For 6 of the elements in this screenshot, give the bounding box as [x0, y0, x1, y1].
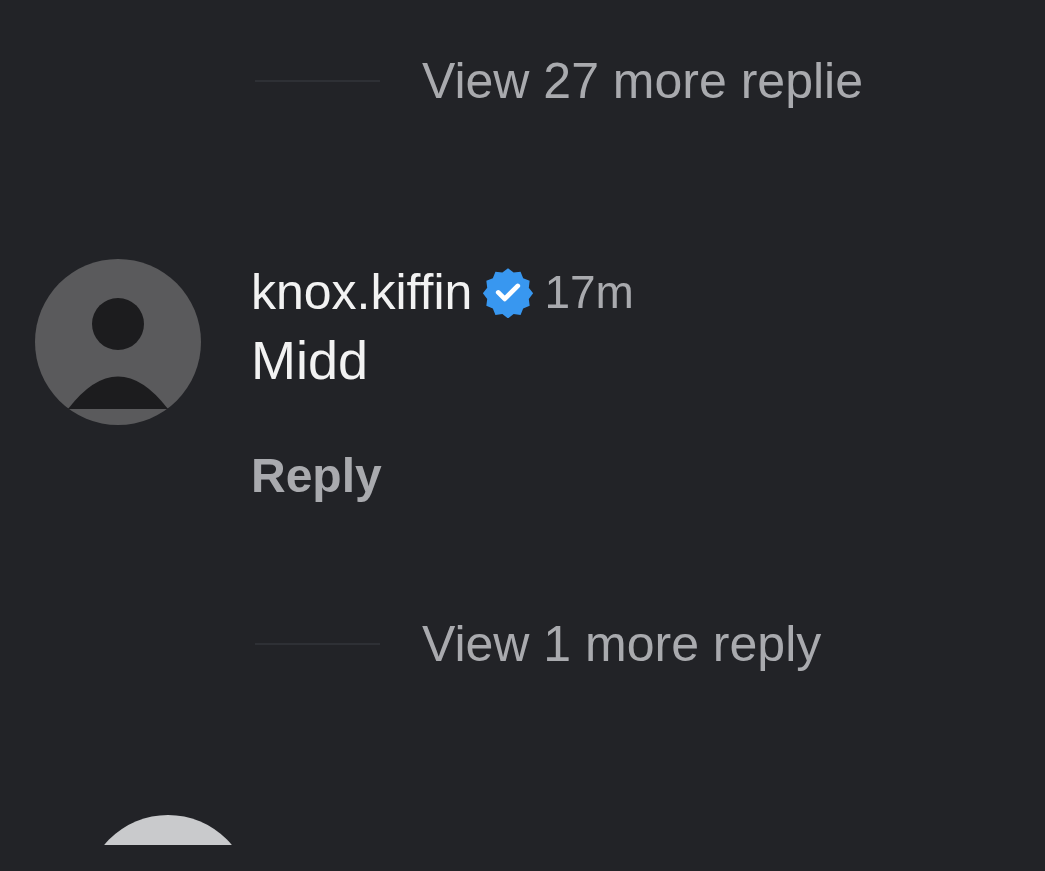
view-replies-link[interactable]: View 27 more replie — [422, 50, 863, 112]
comment-text: Midd — [251, 329, 370, 392]
comment-time: 17m — [544, 265, 634, 319]
reply-link[interactable]: Reply — [251, 447, 382, 505]
username[interactable]: knox.kiffin — [251, 263, 473, 321]
view-replies-link[interactable]: View 1 more reply — [422, 613, 822, 675]
